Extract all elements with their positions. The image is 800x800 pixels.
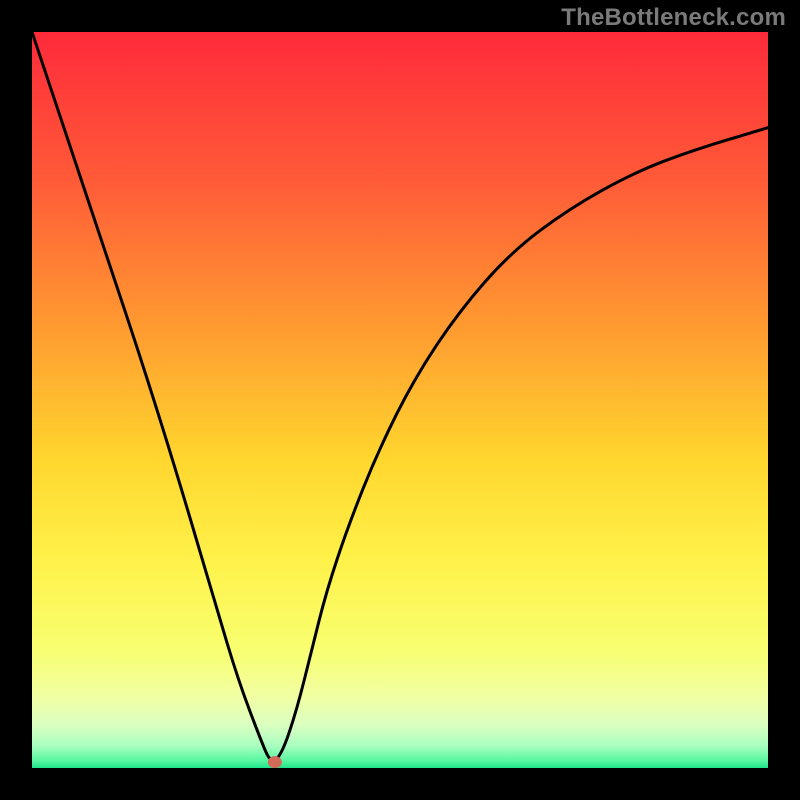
chart-container: TheBottleneck.com [0, 0, 800, 800]
watermark-text: TheBottleneck.com [561, 4, 786, 32]
plot-area [32, 32, 768, 768]
minimum-marker [268, 756, 282, 768]
chart-svg [0, 0, 800, 800]
plot-background [32, 32, 768, 768]
